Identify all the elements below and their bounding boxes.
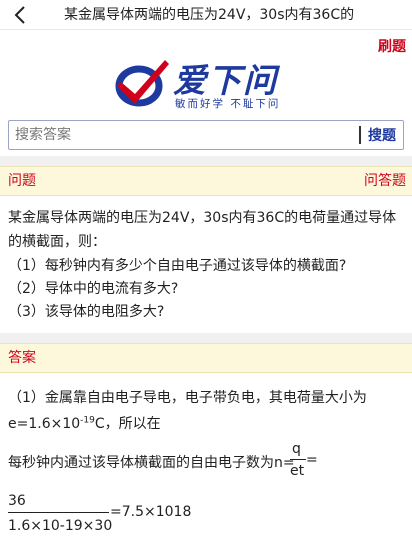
back-button[interactable] xyxy=(8,2,32,28)
question-label: 问题 xyxy=(8,173,36,189)
search-bar: 搜题 xyxy=(8,120,404,150)
answer-label: 答案 xyxy=(8,350,36,366)
fraction-bar xyxy=(290,459,306,460)
section-gap xyxy=(0,156,412,166)
page-title: 某金属导体两端的电压为24V，30s内有36C的 xyxy=(64,7,355,23)
top-bar: 某金属导体两端的电压为24V，30s内有36C的 xyxy=(0,0,412,30)
answer-line-charge: e=1.6×10-19C，所以在 xyxy=(8,413,161,433)
fraction-numerator: q xyxy=(292,441,301,457)
charge-base: e=1.6×10 xyxy=(8,416,81,432)
site-logo[interactable]: 爱下问 敏而好学 不耻下问 xyxy=(113,54,303,112)
checkmark-logo-icon xyxy=(115,60,169,107)
answer-header-bar: 答案 xyxy=(0,343,412,373)
search-input[interactable] xyxy=(9,121,359,149)
answer-line-electrons: 每秒钟内通过该导体横截面的自由电子数为n= xyxy=(8,455,295,471)
fraction-bar xyxy=(8,512,109,513)
section-gap xyxy=(0,333,412,343)
fraction-equals: = xyxy=(306,452,318,468)
fraction-denominator: 1.6×10-19×30 xyxy=(8,518,113,534)
question-stem: 某金属导体两端的电压为24V，30s内有36C的电荷量通过导体的横截面，则： xyxy=(8,210,397,250)
logo-title: 爱下问 xyxy=(173,61,278,100)
search-button[interactable]: 搜题 xyxy=(361,121,403,149)
question-item-1: （1）每秒钟内有多少个自由电子通过该导体的横截面? xyxy=(8,258,347,274)
charge-exponent: -19 xyxy=(80,415,95,426)
logo-slogan: 敏而好学 不耻下问 xyxy=(175,98,281,110)
question-item-2: （2）导体中的电流有多大? xyxy=(8,281,179,297)
question-item-3: （3）该导体的电阻多大? xyxy=(8,304,165,320)
practice-link[interactable]: 刷题 xyxy=(378,36,406,56)
fraction-denominator: et xyxy=(290,463,305,479)
chevron-left-icon xyxy=(14,6,25,24)
fraction-result: =7.5×1018 xyxy=(110,504,192,520)
fraction-numerator: 36 xyxy=(8,493,26,509)
charge-tail: C，所以在 xyxy=(94,416,161,432)
answer-line: （1）金属靠自由电子导电，电子带负电，其电荷量大小为 xyxy=(8,390,367,406)
question-type-label: 问答题 xyxy=(364,173,406,189)
question-header-bar: 问题 问答题 xyxy=(0,166,412,196)
